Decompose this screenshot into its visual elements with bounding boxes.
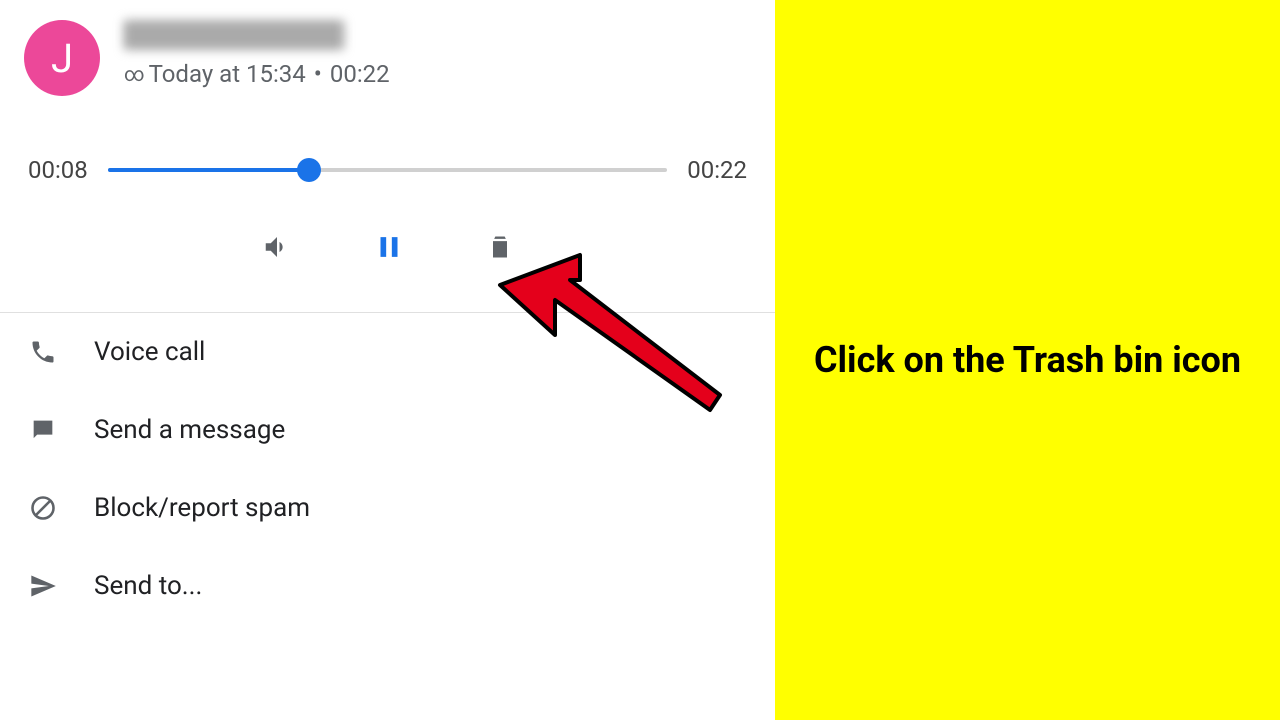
total-time: 00:22 [687, 156, 747, 184]
speaker-icon [262, 232, 292, 262]
instruction-panel: Click on the Trash bin icon [775, 0, 1280, 720]
speaker-button[interactable] [262, 232, 292, 262]
block-icon [28, 493, 58, 523]
separator: • [314, 60, 322, 88]
message-icon [28, 415, 58, 445]
current-time: 00:08 [28, 156, 88, 184]
contact-avatar[interactable]: J [24, 20, 100, 96]
timestamp-text: Today at 15:34 [149, 60, 306, 88]
block-spam-action[interactable]: Block/report spam [0, 469, 775, 547]
send-to-action[interactable]: Send to... [0, 547, 775, 625]
action-list: Voice call Send a message Block/report s… [0, 313, 775, 625]
voicemail-header: J ∞ Today at 15:34 • 00:22 [0, 0, 775, 96]
header-text: ∞ Today at 15:34 • 00:22 [124, 20, 390, 88]
voice-call-action[interactable]: Voice call [0, 313, 775, 391]
pause-button[interactable] [372, 230, 406, 264]
instruction-text: Click on the Trash bin icon [814, 337, 1241, 384]
progress-thumb[interactable] [297, 158, 321, 182]
progress-slider[interactable] [108, 168, 667, 172]
phone-icon [28, 337, 58, 367]
progress-row: 00:08 00:22 [28, 156, 747, 184]
action-label: Block/report spam [94, 493, 310, 523]
delete-button[interactable] [486, 233, 514, 261]
progress-fill [108, 168, 309, 172]
avatar-letter: J [51, 35, 73, 82]
trash-icon [486, 233, 514, 261]
voicemail-panel: J ∞ Today at 15:34 • 00:22 00:08 00:22 [0, 0, 775, 720]
action-label: Send a message [94, 415, 285, 445]
duration-text: 00:22 [330, 60, 390, 88]
action-label: Send to... [94, 571, 202, 601]
action-label: Voice call [94, 337, 205, 367]
playback-section: 00:08 00:22 [0, 96, 775, 292]
pause-icon [372, 230, 406, 264]
timestamp-row: ∞ Today at 15:34 • 00:22 [124, 60, 390, 88]
voicemail-icon: ∞ [124, 62, 141, 86]
contact-name-redacted [124, 20, 344, 50]
send-icon [28, 571, 58, 601]
send-message-action[interactable]: Send a message [0, 391, 775, 469]
playback-controls [28, 230, 747, 264]
